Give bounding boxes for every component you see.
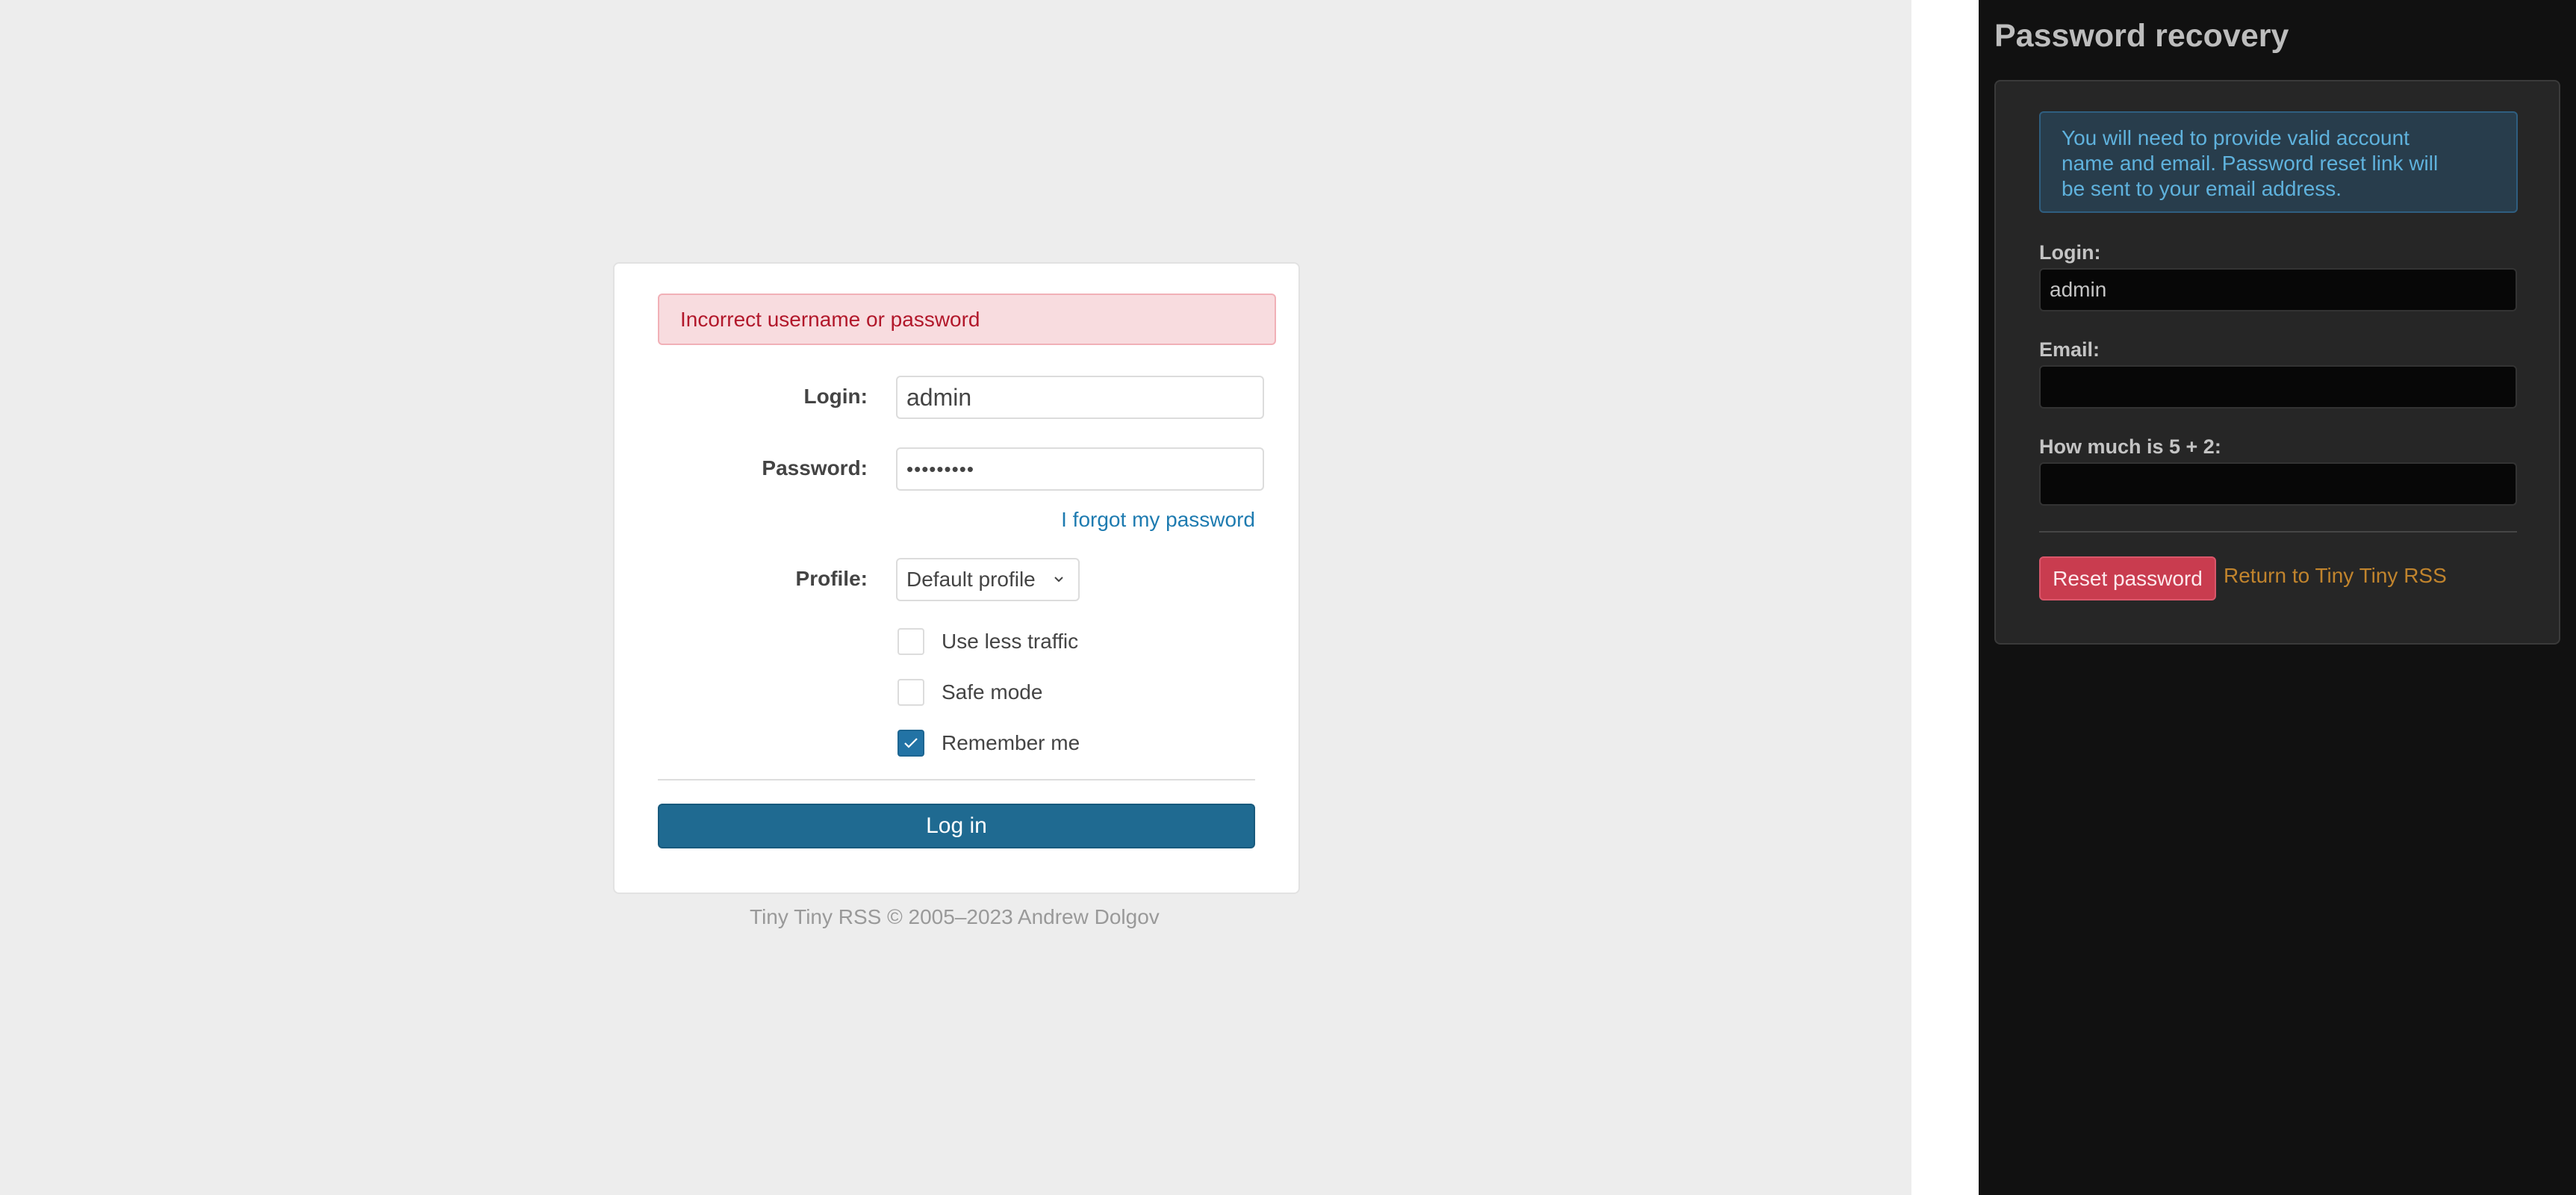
- divider: [2039, 531, 2517, 533]
- error-message: Incorrect username or password: [680, 308, 980, 331]
- info-message: You will need to provide valid account n…: [2062, 126, 2439, 200]
- checkmark-icon: [904, 738, 918, 748]
- profile-label: Profile:: [795, 567, 868, 590]
- profile-select[interactable]: Default profile: [896, 558, 1080, 601]
- login-page: Incorrect username or password Login: ad…: [0, 0, 1911, 1195]
- checkbox-label: Safe mode: [942, 680, 1043, 704]
- captcha-input[interactable]: [2039, 462, 2517, 506]
- chevron-down-icon: [1053, 559, 1065, 615]
- password-input[interactable]: •••••••••: [896, 447, 1264, 491]
- checkbox-label: Use less traffic: [942, 630, 1079, 653]
- copyright-text: Tiny Tiny RSS © 2005–2023 Andrew Dolgov: [750, 905, 1160, 928]
- recovery-login-input[interactable]: admin: [2039, 268, 2517, 311]
- email-input[interactable]: [2039, 365, 2517, 409]
- error-alert: Incorrect username or password: [658, 294, 1276, 345]
- recovery-panel: You will need to provide valid account n…: [1994, 80, 2560, 645]
- divider: [658, 779, 1255, 780]
- return-link[interactable]: Return to Tiny Tiny RSS: [2224, 564, 2447, 588]
- captcha-label: How much is 5 + 2:: [2039, 435, 2221, 458]
- password-label: Password:: [762, 456, 868, 479]
- profile-selected-value: Default profile: [906, 568, 1036, 591]
- login-button[interactable]: Log in: [658, 804, 1255, 848]
- forgot-password-link[interactable]: I forgot my password: [1061, 508, 1255, 532]
- checkbox-box[interactable]: [897, 628, 924, 655]
- login-label: Login:: [803, 385, 868, 408]
- reset-password-button[interactable]: Reset password: [2039, 556, 2216, 600]
- email-label: Email:: [2039, 338, 2100, 361]
- recovery-login-label: Login:: [2039, 241, 2101, 264]
- info-alert: You will need to provide valid account n…: [2039, 111, 2518, 213]
- login-input[interactable]: admin: [896, 376, 1264, 419]
- checkbox-box[interactable]: [897, 730, 924, 757]
- password-recovery-page: Password recovery You will need to provi…: [1979, 0, 2576, 1195]
- separator-strip: [1911, 0, 1979, 1195]
- checkbox-box[interactable]: [897, 679, 924, 706]
- login-card: Incorrect username or password Login: ad…: [613, 262, 1300, 894]
- checkbox-label: Remember me: [942, 731, 1080, 754]
- page-title: Password recovery: [1994, 18, 2289, 54]
